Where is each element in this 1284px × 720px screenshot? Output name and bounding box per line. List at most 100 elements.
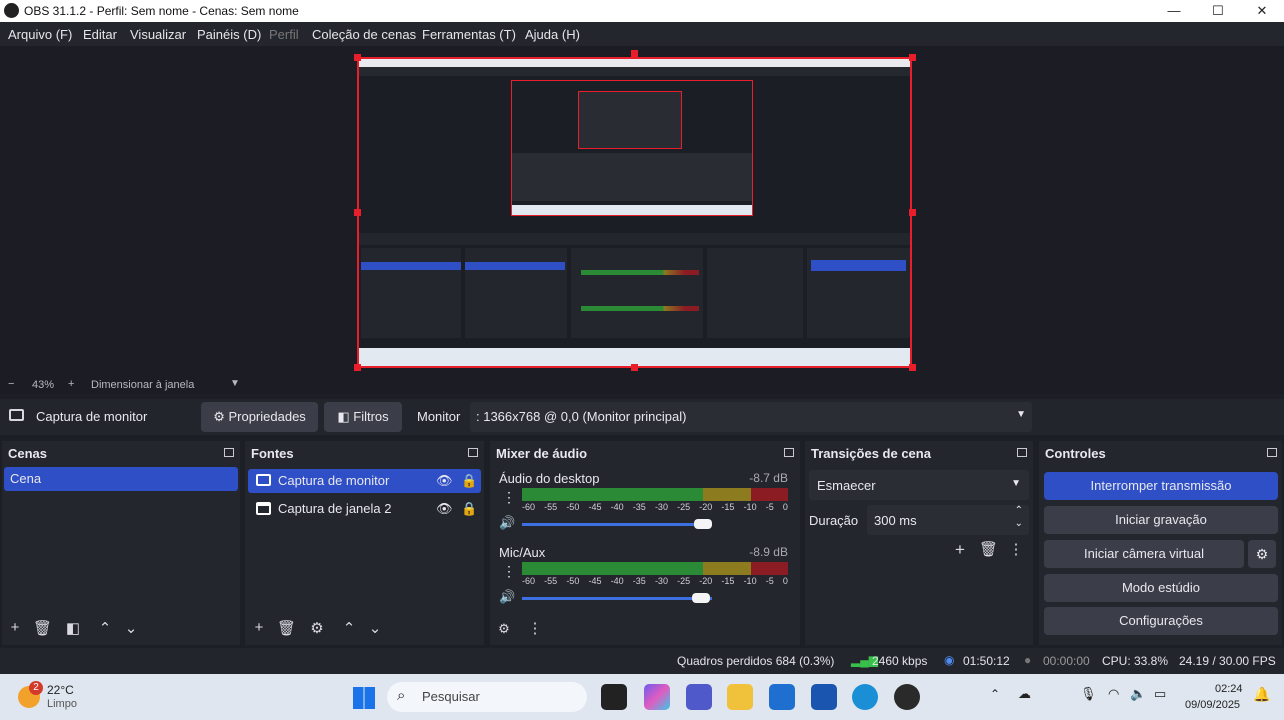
duration-input[interactable]: 300 ms ⌃ ⌄ [867, 505, 1029, 535]
menu-editar[interactable]: Editar [83, 27, 117, 42]
menu-ajuda[interactable]: Ajuda (H) [525, 27, 580, 42]
eye-icon[interactable]: 👁 [436, 469, 453, 493]
more-options-icon[interactable]: ⋮ [502, 563, 516, 580]
menu-paineis[interactable]: Painéis (D) [197, 27, 261, 42]
taskbar-search[interactable]: ⌕ Pesquisar [387, 682, 587, 712]
resize-handle[interactable] [631, 50, 638, 57]
lock-icon[interactable]: 🔒 [461, 469, 477, 493]
store-icon[interactable] [769, 684, 795, 710]
scene-item[interactable]: Cena [4, 467, 238, 491]
monitor-select-value: : 1366x768 @ 0,0 (Monitor principal) [476, 409, 687, 424]
undock-icon[interactable] [1267, 448, 1277, 457]
eye-icon[interactable]: 👁 [436, 497, 453, 521]
resize-handle[interactable] [631, 364, 638, 371]
battery-icon[interactable]: ▭ [1154, 686, 1166, 702]
gear-icon[interactable]: ⚙ [495, 621, 513, 637]
window-icon [256, 502, 271, 515]
transition-select[interactable]: Esmaecer ▼ [809, 470, 1029, 500]
spin-up-icon[interactable]: ⌃ [1015, 505, 1023, 516]
properties-button[interactable]: ⚙ Propriedades [201, 402, 318, 432]
spin-down-icon[interactable]: ⌄ [1015, 518, 1023, 529]
speaker-icon[interactable]: 🔊 [499, 515, 515, 531]
menu-arquivo[interactable]: Arquivo (F) [8, 27, 72, 42]
volume-slider-handle[interactable] [692, 593, 710, 603]
more-options-icon[interactable]: ⋮ [502, 489, 516, 506]
trash-icon[interactable]: 🗑 [277, 619, 296, 637]
zoom-in-button[interactable]: + [68, 378, 74, 390]
zoom-dropdown-icon[interactable]: ▼ [230, 378, 240, 389]
source-item[interactable]: Captura de janela 2 👁 🔒 [248, 497, 481, 521]
lock-icon[interactable]: 🔒 [461, 497, 477, 521]
nested-controls-dock [807, 248, 910, 338]
windows-start-icon[interactable] [353, 687, 375, 709]
menu-perfil[interactable]: Perfil [269, 27, 299, 42]
volume-slider[interactable] [522, 597, 712, 600]
gear-icon[interactable]: ⚙ [308, 619, 326, 637]
resize-handle[interactable] [909, 209, 916, 216]
app-icon[interactable] [811, 684, 837, 710]
mixer-channel: Áudio do desktop -8.7 dB ⋮ -60 -55 -50 -45-… [496, 471, 788, 541]
edge-icon[interactable] [852, 684, 878, 710]
move-down-button[interactable]: ⌄ [122, 619, 140, 637]
cloud-icon[interactable]: ☁ [1018, 686, 1031, 702]
obs-icon[interactable] [894, 684, 920, 710]
monitor-select[interactable]: : 1366x768 @ 0,0 (Monitor principal) ▼ [470, 402, 1032, 432]
undock-icon[interactable] [784, 448, 794, 457]
trash-icon[interactable]: 🗑 [979, 540, 998, 558]
start-virtual-camera-button[interactable]: Iniciar câmera virtual [1044, 540, 1244, 568]
more-options-icon[interactable]: ⋮ [1007, 540, 1025, 558]
volume-icon[interactable]: 🔈 [1130, 686, 1146, 702]
resize-handle[interactable] [909, 364, 916, 371]
start-recording-button[interactable]: Iniciar gravação [1044, 506, 1278, 534]
studio-mode-button[interactable]: Modo estúdio [1044, 574, 1278, 602]
file-explorer-icon[interactable] [727, 684, 753, 710]
minimize-button[interactable]: — [1152, 0, 1196, 22]
zoom-out-button[interactable]: − [8, 378, 14, 390]
settings-button[interactable]: Configurações [1044, 607, 1278, 635]
resize-handle[interactable] [354, 209, 361, 216]
resize-handle[interactable] [909, 54, 916, 61]
move-down-button[interactable]: ⌄ [366, 619, 384, 637]
resize-handle[interactable] [354, 54, 361, 61]
close-button[interactable]: ✕ [1240, 0, 1284, 22]
zoom-mode[interactable]: Dimensionar à janela [91, 379, 194, 391]
clock-time[interactable]: 02:24 [1215, 683, 1243, 695]
volume-slider-handle[interactable] [694, 519, 712, 529]
taskview-icon[interactable] [601, 684, 627, 710]
source-item[interactable]: Captura de monitor 👁 🔒 [248, 469, 481, 493]
chevron-up-icon[interactable]: ⌃ [990, 687, 1000, 701]
undock-icon[interactable] [1017, 448, 1027, 457]
copilot-icon[interactable] [644, 684, 670, 710]
notification-bell-icon[interactable]: 🔔 [1253, 686, 1270, 703]
menu-colecao-cenas[interactable]: Coleção de cenas [312, 27, 416, 42]
menu-visualizar[interactable]: Visualizar [130, 27, 186, 42]
sources-title: Fontes [251, 446, 294, 461]
scenes-dock: Cenas Cena + 🗑 ◧ ⌃ ⌄ [2, 441, 240, 645]
filter-icon[interactable]: ◧ [64, 619, 82, 637]
add-transition-button[interactable]: + [951, 540, 969, 560]
filters-button[interactable]: ◧ Filtros [324, 402, 402, 432]
add-scene-button[interactable]: + [6, 619, 24, 636]
undock-icon[interactable] [468, 448, 478, 457]
menu-ferramentas[interactable]: Ferramentas (T) [422, 27, 516, 42]
transitions-dock: Transições de cena Esmaecer ▼ Duração 30… [805, 441, 1033, 645]
move-up-button[interactable]: ⌃ [96, 619, 114, 637]
teams-icon[interactable] [686, 684, 712, 710]
trash-icon[interactable]: 🗑 [33, 619, 52, 637]
weather-desc: Limpo [47, 698, 77, 710]
mic-icon[interactable]: 🎙 [1080, 686, 1097, 702]
undock-icon[interactable] [224, 448, 234, 457]
speaker-icon[interactable]: 🔊 [499, 589, 515, 605]
preview-canvas[interactable] [357, 57, 912, 368]
maximize-button[interactable]: ☐ [1196, 0, 1240, 22]
move-up-button[interactable]: ⌃ [340, 619, 358, 637]
gear-icon[interactable]: ⚙ [1248, 540, 1276, 568]
more-options-icon[interactable]: ⋮ [526, 619, 544, 637]
stop-streaming-button[interactable]: Interromper transmissão [1044, 472, 1278, 500]
wifi-icon[interactable]: ◠ [1108, 686, 1119, 702]
nested-sources-dock [465, 248, 567, 338]
add-source-button[interactable]: + [250, 619, 268, 636]
clock-date[interactable]: 09/09/2025 [1185, 699, 1240, 711]
volume-slider[interactable] [522, 523, 712, 526]
resize-handle[interactable] [354, 364, 361, 371]
